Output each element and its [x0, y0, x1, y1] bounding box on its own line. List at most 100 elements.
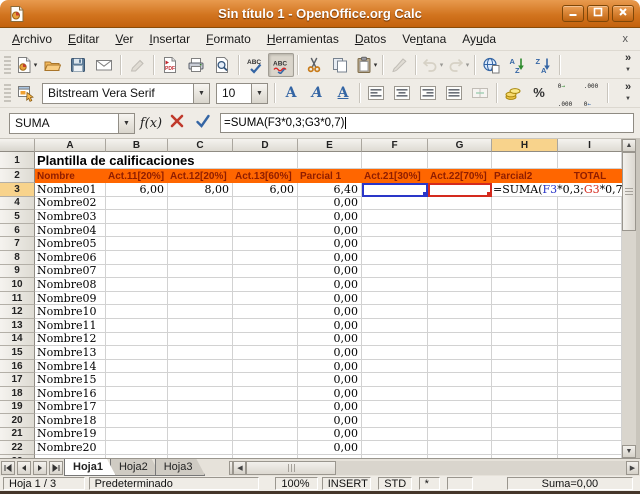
cell-B13[interactable]	[106, 319, 168, 333]
align-justify-button[interactable]	[441, 81, 467, 105]
cell-I17[interactable]	[558, 373, 622, 387]
last-sheet-button[interactable]	[49, 461, 63, 475]
cell-B17[interactable]	[106, 373, 168, 387]
cell-C21[interactable]	[168, 428, 233, 442]
cell-E17[interactable]: 0,00	[298, 373, 362, 387]
cell-B6[interactable]	[106, 224, 168, 238]
add-decimal-button[interactable]: 0→.000	[552, 81, 578, 105]
sheet-tab-hoja2[interactable]: Hoja2	[110, 459, 161, 476]
column-header-I[interactable]: I	[558, 139, 622, 152]
status-sheet-position[interactable]: Hoja 1 / 3	[3, 477, 85, 490]
cell-B5[interactable]	[106, 210, 168, 224]
cell-I1[interactable]	[558, 152, 622, 169]
row-header-9[interactable]: 9	[0, 265, 35, 279]
cell-G22[interactable]	[428, 441, 492, 455]
cell-A16[interactable]: Nombre14	[35, 360, 106, 374]
currency-button[interactable]	[500, 81, 526, 105]
cell-E5[interactable]: 0,00	[298, 210, 362, 224]
cell-F18[interactable]	[362, 387, 428, 401]
cell-E3[interactable]: 6,40	[298, 183, 362, 197]
cell-G14[interactable]	[428, 333, 492, 347]
cell-B9[interactable]	[106, 265, 168, 279]
scroll-right-button[interactable]: ▶	[626, 461, 639, 475]
cell-A20[interactable]: Nombre18	[35, 414, 106, 428]
cell-E21[interactable]: 0,00	[298, 428, 362, 442]
align-center-button[interactable]	[389, 81, 415, 105]
status-empty-field[interactable]	[447, 477, 473, 490]
dropdown-arrow-icon[interactable]: ▾	[440, 61, 444, 69]
cell-C12[interactable]	[168, 305, 233, 319]
cell-E14[interactable]: 0,00	[298, 333, 362, 347]
cell-B11[interactable]	[106, 292, 168, 306]
cell-H17[interactable]	[492, 373, 558, 387]
cell-D19[interactable]	[233, 401, 298, 415]
cell-A12[interactable]: Nombre10	[35, 305, 106, 319]
row-header-8[interactable]: 8	[0, 251, 35, 265]
cell-E4[interactable]: 0,00	[298, 197, 362, 211]
underline-button[interactable]: A	[330, 81, 356, 105]
cell-H22[interactable]	[492, 441, 558, 455]
maximize-button[interactable]	[587, 5, 609, 22]
cell-C11[interactable]	[168, 292, 233, 306]
cell-I13[interactable]	[558, 319, 622, 333]
cell-A19[interactable]: Nombre17	[35, 401, 106, 415]
cell-A14[interactable]: Nombre12	[35, 333, 106, 347]
row-header-1[interactable]: 1	[0, 152, 35, 169]
cell-I5[interactable]	[558, 210, 622, 224]
cell-B7[interactable]	[106, 237, 168, 251]
row-header-3[interactable]: 3	[0, 183, 35, 197]
cell-E15[interactable]: 0,00	[298, 346, 362, 360]
cell-I14[interactable]	[558, 333, 622, 347]
cell-G1[interactable]	[428, 152, 492, 169]
copy-button[interactable]	[327, 53, 353, 77]
cell-C9[interactable]	[168, 265, 233, 279]
sheet-tab-hoja3[interactable]: Hoja3	[155, 459, 206, 476]
cell-D13[interactable]	[233, 319, 298, 333]
auto-spellcheck-button[interactable]: ABC	[268, 53, 294, 77]
cell-H2[interactable]: Parcial2	[492, 169, 558, 183]
cell-D12[interactable]	[233, 305, 298, 319]
cell-G15[interactable]	[428, 346, 492, 360]
toolbar-drag-handle[interactable]	[4, 56, 11, 74]
cell-E20[interactable]: 0,00	[298, 414, 362, 428]
cell-E13[interactable]: 0,00	[298, 319, 362, 333]
cell-D3[interactable]: 6,00	[233, 183, 298, 197]
cell-B21[interactable]	[106, 428, 168, 442]
cell-A15[interactable]: Nombre13	[35, 346, 106, 360]
cell-I15[interactable]	[558, 346, 622, 360]
cell-B19[interactable]	[106, 401, 168, 415]
cell-E10[interactable]: 0,00	[298, 278, 362, 292]
column-header-F[interactable]: F	[362, 139, 428, 152]
cell-F8[interactable]	[362, 251, 428, 265]
dropdown-arrow-icon[interactable]: ▾	[34, 61, 38, 69]
cell-C15[interactable]	[168, 346, 233, 360]
menu-item-ver[interactable]: Ver	[107, 29, 141, 49]
cell-D14[interactable]	[233, 333, 298, 347]
font-size-combo[interactable]: 10▼	[216, 83, 268, 104]
row-header-4[interactable]: 4	[0, 197, 35, 211]
cell-H15[interactable]	[492, 346, 558, 360]
paste-button[interactable]: ▾	[353, 53, 379, 77]
cell-G7[interactable]	[428, 237, 492, 251]
cell-B14[interactable]	[106, 333, 168, 347]
cell-D7[interactable]	[233, 237, 298, 251]
cell-A9[interactable]: Nombre07	[35, 265, 106, 279]
cell-C6[interactable]	[168, 224, 233, 238]
save-button[interactable]	[65, 53, 91, 77]
cell-C3[interactable]: 8,00	[168, 183, 233, 197]
cell-B10[interactable]	[106, 278, 168, 292]
cell-E16[interactable]: 0,00	[298, 360, 362, 374]
cell-E9[interactable]: 0,00	[298, 265, 362, 279]
cell-A3[interactable]: Nombre01	[35, 183, 106, 197]
cell-D11[interactable]	[233, 292, 298, 306]
cell-H7[interactable]	[492, 237, 558, 251]
formula-input[interactable]: =SUMA(F3*0,3;G3*0,7)	[220, 113, 634, 133]
cell-C19[interactable]	[168, 401, 233, 415]
cell-D20[interactable]	[233, 414, 298, 428]
cell-I10[interactable]	[558, 278, 622, 292]
font-name-combo[interactable]: Bitstream Vera Serif▼	[42, 83, 210, 104]
cell-F10[interactable]	[362, 278, 428, 292]
edit-file-button[interactable]	[124, 53, 150, 77]
accept-button[interactable]	[190, 112, 216, 134]
vertical-scrollbar[interactable]: ▲ ▼	[622, 139, 636, 458]
